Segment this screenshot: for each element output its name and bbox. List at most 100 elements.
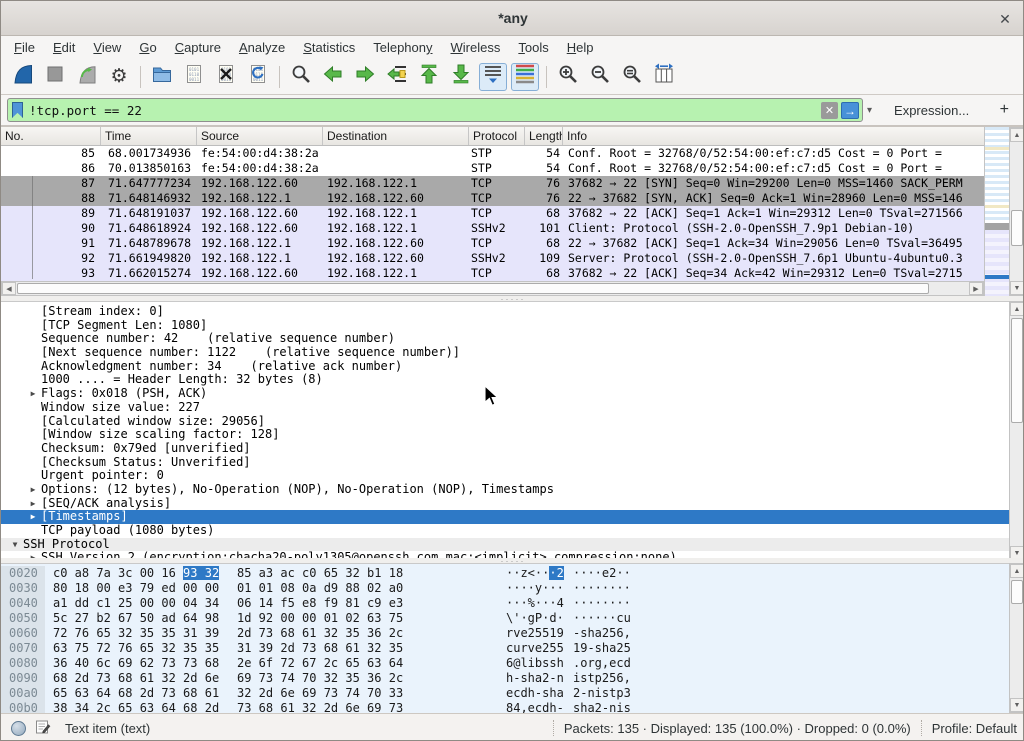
- hex-row-0050[interactable]: 00505c 27 b2 67 50 ad 64 981d 92 00 00 0…: [1, 611, 1009, 626]
- packet-row-85[interactable]: 8568.001734936fe:54:00:d4:38:2aSTP54Conf…: [1, 146, 984, 161]
- titlebar[interactable]: *any ✕: [1, 1, 1024, 36]
- packet-list-hscrollbar[interactable]: ◀ ▶: [1, 281, 984, 296]
- profile-text[interactable]: Profile: Default: [932, 721, 1017, 736]
- file-open-button[interactable]: [148, 63, 176, 91]
- packet-row-92[interactable]: 9271.661949820192.168.122.1192.168.122.6…: [1, 251, 984, 266]
- resize-columns-button[interactable]: [650, 63, 678, 91]
- scroll-down-icon[interactable]: ▼: [1010, 281, 1024, 295]
- menu-item-analyze[interactable]: Analyze: [230, 38, 294, 57]
- filter-dropdown-caret[interactable]: ▾: [867, 105, 872, 116]
- hex-row-0030[interactable]: 003080 18 00 e3 79 ed 00 0001 01 08 0a d…: [1, 581, 1009, 596]
- scroll-right-icon[interactable]: ▶: [969, 282, 983, 295]
- detail-row[interactable]: Sequence number: 42 (relative sequence n…: [1, 332, 1009, 346]
- detail-row[interactable]: [Window size scaling factor: 128]: [1, 428, 1009, 442]
- chevron-right-icon[interactable]: ▶: [25, 387, 41, 401]
- reload-button[interactable]: 010101100011: [244, 63, 272, 91]
- zoom-out-button[interactable]: [586, 63, 614, 91]
- packet-row-91[interactable]: 9171.648789678192.168.122.1192.168.122.6…: [1, 236, 984, 251]
- menu-item-statistics[interactable]: Statistics: [294, 38, 364, 57]
- detail-row[interactable]: [Calculated window size: 29056]: [1, 415, 1009, 429]
- auto-scroll-button[interactable]: [479, 63, 507, 91]
- capture-restart-button[interactable]: [73, 63, 101, 91]
- detail-row[interactable]: TCP payload (1080 bytes): [1, 524, 1009, 538]
- scrollbar-thumb[interactable]: [17, 283, 929, 294]
- detail-row[interactable]: ▼SSH Protocol: [1, 538, 1009, 552]
- column-header-no[interactable]: No.: [1, 127, 101, 145]
- colorize-button[interactable]: [511, 63, 539, 91]
- detail-row[interactable]: Urgent pointer: 0: [1, 469, 1009, 483]
- zoom-reset-button[interactable]: [618, 63, 646, 91]
- menu-item-view[interactable]: View: [84, 38, 130, 57]
- detail-row[interactable]: [Checksum Status: Unverified]: [1, 456, 1009, 470]
- expert-info-icon[interactable]: [11, 721, 26, 736]
- packet-list-vscrollbar[interactable]: ▲ ▼: [1009, 127, 1024, 296]
- hex-row-0040[interactable]: 0040a1 dd c1 25 00 00 04 3406 14 f5 e8 f…: [1, 596, 1009, 611]
- menu-item-tools[interactable]: Tools: [509, 38, 557, 57]
- scrollbar-thumb[interactable]: [1011, 210, 1023, 246]
- go-top-button[interactable]: [415, 63, 443, 91]
- filter-apply-button[interactable]: →: [841, 102, 859, 119]
- filter-bookmark-icon[interactable]: [12, 102, 23, 118]
- menu-item-edit[interactable]: Edit: [44, 38, 84, 57]
- go-back-button[interactable]: [319, 63, 347, 91]
- file-close-button[interactable]: 010101100011: [212, 63, 240, 91]
- chevron-right-icon[interactable]: ▶: [25, 497, 41, 511]
- detail-row[interactable]: Acknowledgment number: 34 (relative ack …: [1, 360, 1009, 374]
- column-header-destination[interactable]: Destination: [323, 127, 469, 145]
- menu-item-capture[interactable]: Capture: [166, 38, 230, 57]
- detail-row[interactable]: [Next sequence number: 1122 (relative se…: [1, 346, 1009, 360]
- scroll-down-icon[interactable]: ▼: [1010, 698, 1024, 712]
- column-header-protocol[interactable]: Protocol: [469, 127, 525, 145]
- column-header-length[interactable]: Length: [525, 127, 563, 145]
- zoom-in-button[interactable]: [554, 63, 582, 91]
- packet-row-89[interactable]: 8971.648191037192.168.122.60192.168.122.…: [1, 206, 984, 221]
- packet-row-86[interactable]: 8670.013850163fe:54:00:d4:38:2aSTP54Conf…: [1, 161, 984, 176]
- packet-row-87[interactable]: 8771.647777234192.168.122.60192.168.122.…: [1, 176, 984, 191]
- go-bottom-button[interactable]: [447, 63, 475, 91]
- capture-comment-icon[interactable]: [35, 719, 51, 738]
- expression-button[interactable]: Expression...: [894, 103, 969, 118]
- go-to-packet-button[interactable]: [383, 63, 411, 91]
- go-forward-button[interactable]: [351, 63, 379, 91]
- find-packet-button[interactable]: [287, 63, 315, 91]
- hex-row-0090[interactable]: 009068 2d 73 68 61 32 2d 6e69 73 74 70 3…: [1, 671, 1009, 686]
- scrollbar-thumb[interactable]: [1011, 318, 1023, 423]
- capture-stop-button[interactable]: [41, 63, 69, 91]
- close-button[interactable]: ✕: [995, 9, 1015, 29]
- menu-item-file[interactable]: File: [5, 38, 44, 57]
- hex-row-0020[interactable]: 0020c0 a8 7a 3c 00 16 93 3285 a3 ac c0 6…: [1, 566, 1009, 581]
- detail-row[interactable]: ▶Flags: 0x018 (PSH, ACK): [1, 387, 1009, 401]
- file-save-button[interactable]: 010101100011: [180, 63, 208, 91]
- column-header-time[interactable]: Time: [101, 127, 197, 145]
- hex-row-0070[interactable]: 007063 75 72 76 65 32 35 3531 39 2d 73 6…: [1, 641, 1009, 656]
- packet-row-88[interactable]: 8871.648146932192.168.122.1192.168.122.6…: [1, 191, 984, 206]
- hex-row-00a0[interactable]: 00a065 63 64 68 2d 73 68 6132 2d 6e 69 7…: [1, 686, 1009, 701]
- menu-item-telephony[interactable]: Telephony: [364, 38, 441, 57]
- column-header-source[interactable]: Source: [197, 127, 323, 145]
- menu-item-help[interactable]: Help: [558, 38, 603, 57]
- hex-row-00b0[interactable]: 00b038 34 2c 65 63 64 68 2d73 68 61 32 2…: [1, 701, 1009, 713]
- chevron-down-icon[interactable]: ▼: [7, 538, 23, 552]
- detail-row[interactable]: ▶Options: (12 bytes), No-Operation (NOP)…: [1, 483, 1009, 497]
- capture-options-button[interactable]: ⚙: [105, 63, 133, 91]
- scroll-up-icon[interactable]: ▲: [1010, 564, 1024, 578]
- filter-text[interactable]: !tcp.port == 22: [29, 103, 142, 118]
- detail-row[interactable]: [TCP Segment Len: 1080]: [1, 319, 1009, 333]
- display-filter-input[interactable]: !tcp.port == 22 ✕ →: [7, 98, 863, 122]
- scroll-left-icon[interactable]: ◀: [2, 282, 16, 295]
- detail-row[interactable]: ▶[Timestamps]: [1, 510, 1009, 524]
- menu-item-wireless[interactable]: Wireless: [442, 38, 510, 57]
- scroll-up-icon[interactable]: ▲: [1010, 128, 1024, 142]
- hex-row-0060[interactable]: 006072 76 65 32 35 35 31 392d 73 68 61 3…: [1, 626, 1009, 641]
- packet-list-minimap[interactable]: [984, 127, 1009, 296]
- detail-row[interactable]: 1000 .... = Header Length: 32 bytes (8): [1, 373, 1009, 387]
- detail-row[interactable]: [Stream index: 0]: [1, 305, 1009, 319]
- filter-add-button[interactable]: +: [1000, 101, 1009, 119]
- scroll-up-icon[interactable]: ▲: [1010, 302, 1024, 316]
- filter-clear-button[interactable]: ✕: [821, 102, 838, 119]
- chevron-right-icon[interactable]: ▶: [25, 510, 41, 524]
- chevron-right-icon[interactable]: ▶: [25, 483, 41, 497]
- detail-row[interactable]: ▶[SEQ/ACK analysis]: [1, 497, 1009, 511]
- menu-item-go[interactable]: Go: [130, 38, 165, 57]
- hex-row-0080[interactable]: 008036 40 6c 69 62 73 73 682e 6f 72 67 2…: [1, 656, 1009, 671]
